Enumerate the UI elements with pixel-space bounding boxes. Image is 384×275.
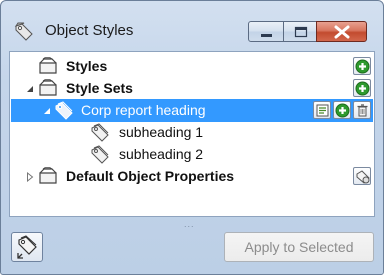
default-properties-button[interactable] (353, 167, 371, 185)
tree-item-subheading-2[interactable]: subheading 2 (11, 143, 373, 166)
tree-item-default-object-properties[interactable]: Default Object Properties (11, 165, 373, 188)
new-style-from-selection-button[interactable] (11, 232, 43, 262)
style-icon (91, 123, 109, 142)
add-icon (355, 81, 370, 96)
edit-style-set-button[interactable] (313, 101, 331, 119)
resize-grip[interactable]: ... (184, 219, 195, 229)
add-child-style-button[interactable] (333, 101, 351, 119)
tree-item-label: Styles (66, 58, 108, 74)
tree-item-label: Default Object Properties (66, 168, 235, 184)
new-style-from-selection-icon (17, 235, 37, 259)
minimize-icon (261, 34, 272, 37)
tree-item-label: subheading 1 (119, 124, 204, 140)
tree-item-styles[interactable]: Styles (11, 55, 373, 78)
add-icon (355, 59, 370, 74)
maximize-button[interactable] (283, 21, 317, 42)
edit-icon (316, 104, 329, 117)
close-icon (334, 25, 350, 39)
styles-folder-icon (39, 57, 57, 74)
style-set-icon (55, 101, 73, 120)
tree-item-label: Style Sets (66, 80, 133, 96)
maximize-icon (294, 26, 308, 38)
object-styles-icon (14, 22, 33, 41)
object-styles-tree: Styles Style Sets Corp report heading su… (9, 51, 375, 217)
style-sets-folder-icon (39, 79, 57, 96)
close-button[interactable] (316, 21, 367, 42)
tree-item-subheading-1[interactable]: subheading 1 (11, 121, 373, 144)
tree-item-label: subheading 2 (119, 146, 204, 162)
tree-item-corp-report-heading[interactable]: Corp report heading (11, 99, 373, 122)
add-style-set-button[interactable] (353, 79, 371, 97)
tree-item-style-sets[interactable]: Style Sets (11, 77, 373, 100)
properties-icon (356, 170, 370, 184)
object-styles-window: Object Styles Styles Style Sets Corp rep… (0, 0, 384, 275)
style-icon (91, 145, 109, 164)
delete-icon (357, 104, 368, 117)
add-style-button[interactable] (353, 57, 371, 75)
tree-item-label: Corp report heading (81, 102, 206, 118)
apply-to-selected-button[interactable]: Apply to Selected (224, 232, 374, 262)
collapse-arrow-icon[interactable] (43, 107, 51, 115)
delete-style-set-button[interactable] (353, 101, 371, 119)
collapse-arrow-icon[interactable] (26, 85, 34, 93)
window-title: Object Styles (45, 22, 134, 39)
expand-arrow-icon[interactable] (26, 172, 34, 182)
default-properties-icon (39, 167, 57, 184)
title-bar[interactable]: Object Styles (1, 1, 383, 51)
minimize-button[interactable] (248, 21, 284, 42)
add-icon (335, 103, 350, 118)
